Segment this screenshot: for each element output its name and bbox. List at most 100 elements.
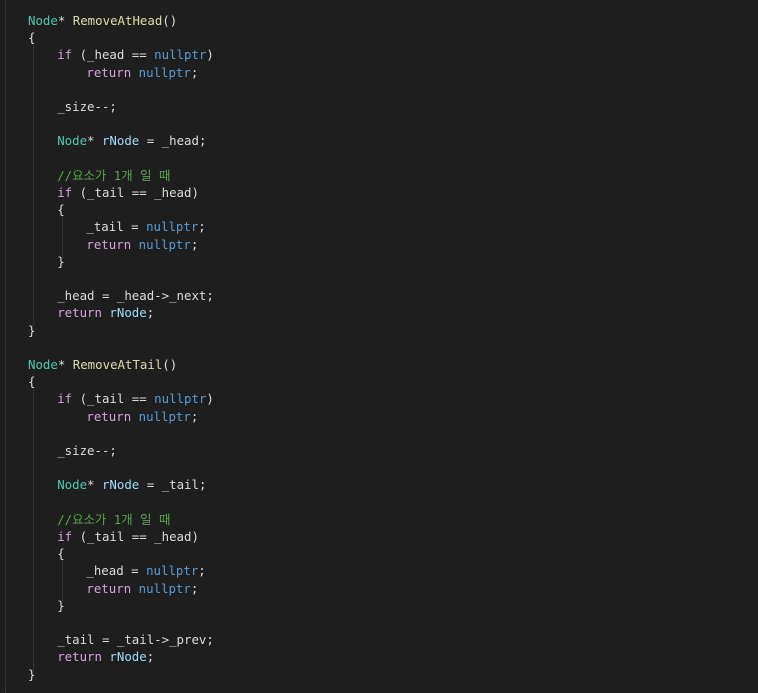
code-line[interactable]: return nullptr; xyxy=(86,408,198,425)
code-line[interactable]: Node* rNode = _tail; xyxy=(57,476,206,493)
indent-guide-func1-body xyxy=(33,43,34,326)
code-token: //요소가 1개 일 때 xyxy=(57,511,171,527)
code-token: ; xyxy=(146,305,155,321)
code-token: } xyxy=(28,666,36,682)
code-line[interactable]: Node* RemoveAtHead() xyxy=(28,12,177,29)
code-token: * xyxy=(57,13,73,28)
code-token: (_tail == _head) xyxy=(72,529,199,544)
code-token: (_head == xyxy=(72,47,155,63)
code-token: * xyxy=(57,357,73,372)
code-token: Node xyxy=(57,133,88,149)
code-line[interactable]: Node* RemoveAtTail() xyxy=(28,356,177,373)
code-token: * xyxy=(87,133,102,149)
code-token: = _tail; xyxy=(139,477,207,493)
code-line[interactable]: //요소가 1개 일 때 xyxy=(57,167,170,184)
code-token: { xyxy=(57,202,65,218)
code-line[interactable]: _size--; xyxy=(57,98,117,115)
code-token: () xyxy=(162,357,178,372)
code-token: rNode xyxy=(101,477,140,493)
code-token: ; xyxy=(198,563,206,579)
code-line[interactable]: { xyxy=(57,201,64,218)
code-token: Node xyxy=(57,477,88,493)
code-token: = _head; xyxy=(139,133,207,149)
code-line[interactable]: _head = nullptr; xyxy=(86,562,205,579)
code-token: ; xyxy=(190,236,199,252)
code-line[interactable]: _tail = _tail->_prev; xyxy=(57,631,214,648)
code-token: return xyxy=(57,649,102,665)
code-line[interactable]: _size--; xyxy=(57,442,117,459)
code-line[interactable]: return rNode; xyxy=(57,648,154,665)
code-token: nullptr xyxy=(138,580,191,596)
code-line[interactable]: } xyxy=(57,253,64,270)
code-editor[interactable]: Node* RemoveAtHead(){if (_head == nullpt… xyxy=(0,0,758,693)
code-token: ) xyxy=(206,391,214,407)
indent-guide-outer xyxy=(5,0,6,693)
code-line[interactable]: _tail = nullptr; xyxy=(86,218,205,235)
code-line[interactable]: if (_tail == _head) xyxy=(57,528,199,545)
code-token: ) xyxy=(206,47,214,63)
code-token: } xyxy=(57,253,65,269)
code-token: return xyxy=(86,64,132,80)
code-token: { xyxy=(28,30,36,46)
code-line[interactable]: if (_head == nullptr) xyxy=(57,46,214,63)
code-token: } xyxy=(57,597,65,613)
code-token: if xyxy=(57,391,73,407)
code-token: { xyxy=(57,546,65,562)
code-line[interactable]: if (_tail == nullptr) xyxy=(57,390,214,407)
code-line[interactable]: } xyxy=(28,322,35,339)
code-token: nullptr xyxy=(146,219,199,235)
code-token: _head = _head->_next; xyxy=(57,288,214,304)
code-token: _size--; xyxy=(57,443,117,458)
code-line[interactable]: _head = _head->_next; xyxy=(57,287,214,304)
code-token: if xyxy=(57,47,73,63)
code-token: ; xyxy=(146,649,155,665)
code-token: return xyxy=(57,305,102,321)
code-token: * xyxy=(87,477,102,493)
code-token: return xyxy=(86,580,132,596)
code-line[interactable]: return nullptr; xyxy=(86,580,198,597)
code-token: _head = xyxy=(86,563,147,579)
code-token: RemoveAtTail xyxy=(72,357,163,372)
code-token: nullptr xyxy=(154,391,207,407)
code-line[interactable]: Node* rNode = _head; xyxy=(57,132,206,149)
code-token: //요소가 1개 일 때 xyxy=(57,167,171,183)
code-token: rNode xyxy=(101,133,140,149)
code-token: ; xyxy=(190,580,199,596)
code-token: rNode xyxy=(109,649,147,665)
code-token: nullptr xyxy=(138,64,191,80)
code-token: _size--; xyxy=(57,99,117,114)
code-line[interactable]: return nullptr; xyxy=(86,236,198,253)
code-token: _tail = _tail->_prev; xyxy=(57,632,214,648)
indent-guide-func1-if-block xyxy=(62,215,63,258)
code-token: ; xyxy=(198,219,206,235)
code-token: if xyxy=(57,185,73,200)
code-token: nullptr xyxy=(154,47,207,63)
code-token: (_tail == xyxy=(72,391,155,407)
code-line[interactable]: { xyxy=(57,545,64,562)
code-line[interactable]: } xyxy=(28,666,35,683)
code-token: () xyxy=(162,13,178,28)
code-token: return xyxy=(86,236,132,252)
code-token: { xyxy=(28,374,36,390)
indent-guide-func2-body xyxy=(33,388,34,671)
code-token: } xyxy=(28,322,36,338)
code-token: if xyxy=(57,529,73,544)
code-token: ; xyxy=(190,64,199,80)
code-token: nullptr xyxy=(146,563,199,579)
code-line[interactable]: { xyxy=(28,29,35,46)
code-line[interactable]: return rNode; xyxy=(57,304,154,321)
code-line[interactable]: return nullptr; xyxy=(86,64,198,81)
code-line[interactable]: } xyxy=(57,597,64,614)
code-token: Node xyxy=(28,357,58,372)
code-token: Node xyxy=(28,13,58,28)
code-token: _tail = xyxy=(86,219,147,235)
code-line[interactable]: { xyxy=(28,373,35,390)
code-line[interactable]: if (_tail == _head) xyxy=(57,184,199,201)
code-token: RemoveAtHead xyxy=(72,13,163,28)
code-line[interactable]: //요소가 1개 일 때 xyxy=(57,511,170,528)
code-token: nullptr xyxy=(138,408,191,424)
